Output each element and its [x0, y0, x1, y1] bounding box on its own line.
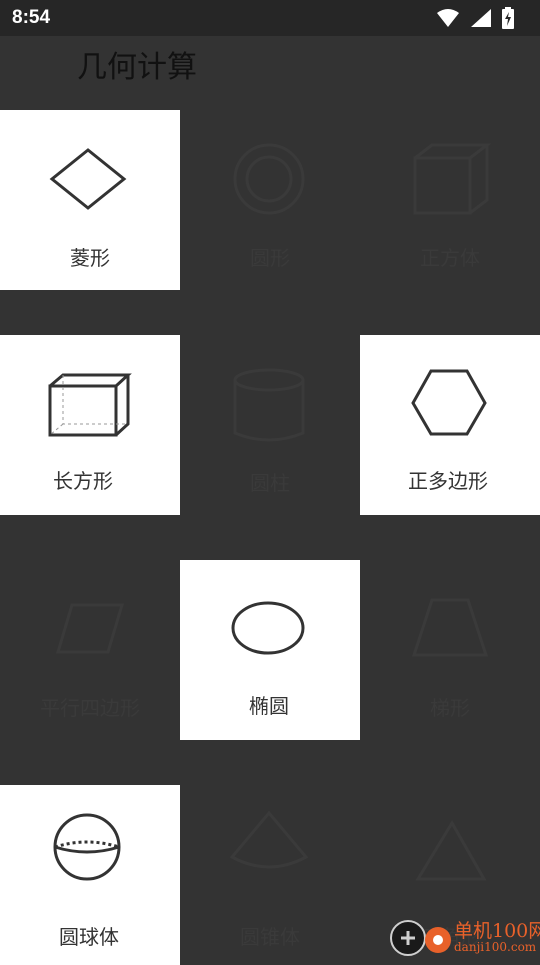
tile-label: 椭圆	[249, 694, 289, 718]
tile-cone[interactable]: 圆锥体	[180, 785, 360, 965]
status-bar: 8:54	[0, 0, 540, 36]
tile-rhombus[interactable]: 菱形	[0, 110, 180, 290]
tile-sphere[interactable]: 圆球体	[0, 785, 180, 965]
tile-label: 圆柱	[250, 471, 290, 495]
battery-charging-icon	[502, 7, 514, 29]
tile-trapezoid[interactable]: 梯形	[360, 560, 540, 740]
tile-cylinder[interactable]: 圆柱	[180, 335, 360, 515]
tile-label: 正多边形	[408, 469, 488, 493]
wifi-icon	[437, 9, 459, 27]
tile-label: 圆形	[250, 246, 290, 270]
tile-ellipse[interactable]: 椭圆	[180, 560, 360, 740]
tile-label: 梯形	[430, 696, 470, 720]
watermark-icon	[390, 920, 451, 956]
tile-cuboid[interactable]: 长方形	[0, 335, 180, 515]
tile-parallelogram[interactable]: 平行四边形	[0, 560, 180, 740]
watermark-name: 单机100网	[454, 920, 540, 942]
tile-cube[interactable]: 正方体	[360, 110, 540, 290]
tile-label: 圆锥体	[240, 925, 300, 949]
tile-label: 菱形	[70, 246, 110, 270]
status-time: 8:54	[12, 7, 51, 28]
tile-label: 正方体	[420, 246, 480, 270]
tile-label: 平行四边形	[40, 696, 140, 720]
watermark-url: danji100.com	[454, 940, 537, 954]
tile-regular-polygon[interactable]: 正多边形	[360, 335, 540, 515]
watermark-logo: 单机100网 danji100.com	[390, 914, 540, 960]
status-icons	[436, 6, 514, 30]
signal-icon	[471, 9, 491, 27]
tile-circle[interactable]: 圆形	[180, 110, 360, 290]
tile-label: 长方形	[53, 469, 113, 493]
tile-label: 圆球体	[59, 925, 119, 949]
page-title: 几何计算	[77, 50, 197, 85]
